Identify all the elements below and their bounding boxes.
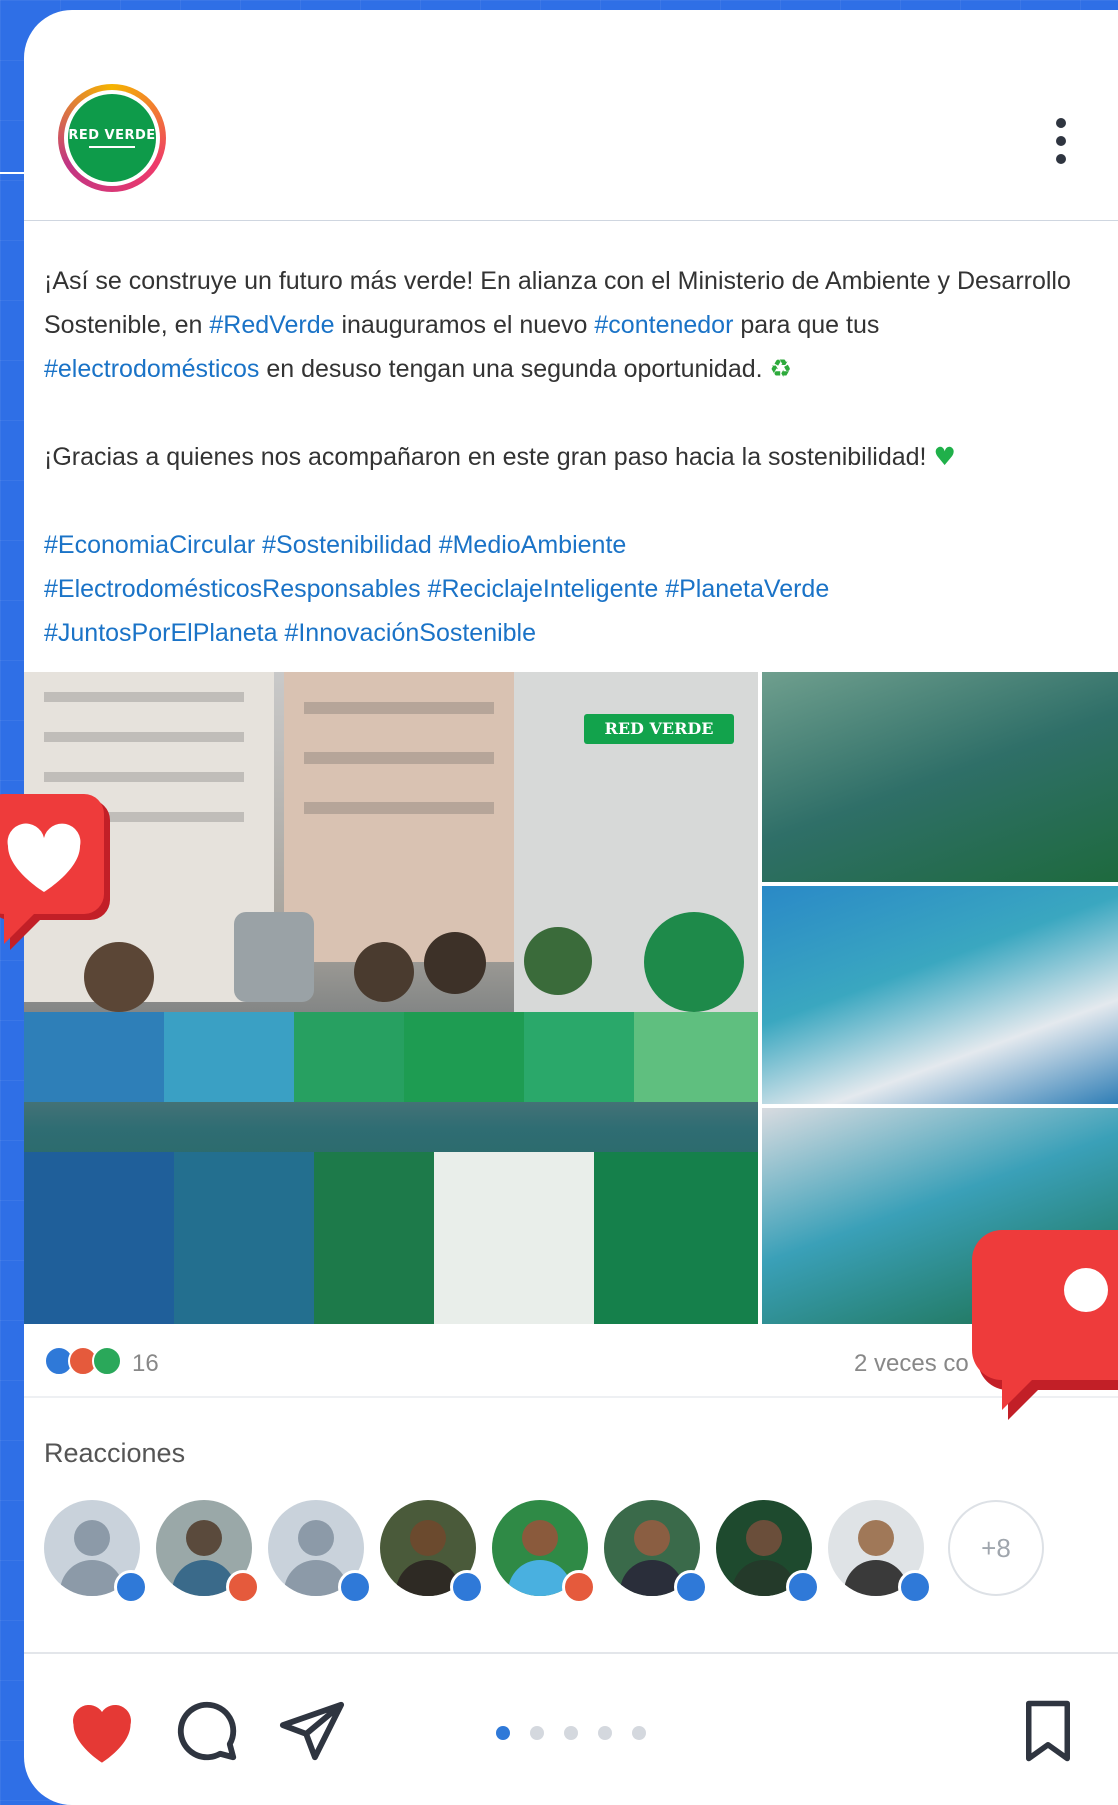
like-badge-icon	[450, 1570, 484, 1604]
floating-like-badge-icon	[0, 790, 130, 960]
carousel-dot[interactable]	[564, 1726, 578, 1740]
heart-icon[interactable]	[64, 1696, 140, 1771]
carousel-dot[interactable]	[496, 1726, 510, 1740]
reactions-title: Reacciones	[44, 1438, 186, 1468]
hashtag-link[interactable]: #MedioAmbiente	[439, 531, 627, 559]
send-icon[interactable]	[276, 1696, 348, 1771]
photo-thumbnail-2[interactable]	[762, 886, 1118, 1104]
like-badge-icon	[674, 1570, 708, 1604]
support-reaction-icon	[92, 1346, 122, 1376]
main-event-photo[interactable]: RED VERDE	[24, 672, 758, 1324]
carousel-dot[interactable]	[598, 1726, 612, 1740]
reaction-count[interactable]: 16	[132, 1350, 159, 1378]
profile-avatar[interactable]: RED VERDE	[58, 84, 166, 192]
bookmark-icon[interactable]	[1018, 1698, 1078, 1769]
photo-thumbnail-1[interactable]	[762, 672, 1118, 882]
love-badge-icon	[226, 1570, 260, 1604]
carousel-dot[interactable]	[632, 1726, 646, 1740]
green-heart-emoji-icon: ♥	[933, 442, 956, 471]
like-badge-icon	[786, 1570, 820, 1604]
hashtag-link[interactable]: #ReciclajeInteligente	[428, 575, 659, 603]
caption-paragraph-2: ¡Gracias a quienes nos acompañaron en es…	[44, 442, 956, 471]
post-caption: ¡Así se construye un futuro más verde! E…	[24, 221, 1118, 655]
red-verde-sign: RED VERDE	[584, 714, 734, 744]
hashtag-link[interactable]: #ElectrodomésticosResponsables	[44, 575, 421, 603]
caption-paragraph-1: ¡Así se construye un futuro más verde! E…	[44, 267, 1071, 383]
recycle-emoji-icon: ♻	[769, 354, 792, 383]
hashtag-link[interactable]: #JuntosPorElPlaneta	[44, 619, 277, 647]
caption-hashtags: #EconomiaCircular #Sostenibilidad #Medio…	[44, 523, 1098, 655]
hashtag-link[interactable]: #PlanetaVerde	[665, 575, 829, 603]
post-header: RED VERDE	[24, 10, 1118, 221]
carousel-indicator	[496, 1726, 666, 1745]
hashtag-link[interactable]: #electrodomésticos	[44, 355, 259, 383]
more-vertical-icon[interactable]	[1054, 118, 1068, 168]
hashtag-link[interactable]: #contenedor	[594, 311, 733, 339]
photo-collage[interactable]: RED VERDE	[24, 672, 1118, 1324]
love-badge-icon	[562, 1570, 596, 1604]
floating-user-badge-icon	[968, 1220, 1118, 1430]
shares-count[interactable]: 2 veces co	[854, 1350, 969, 1378]
like-badge-icon	[898, 1570, 932, 1604]
reaction-icons[interactable]	[44, 1346, 122, 1381]
comment-icon[interactable]	[172, 1696, 242, 1771]
hashtag-link[interactable]: #InnovaciónSostenible	[284, 619, 536, 647]
post-stats: 16 2 veces co	[24, 1340, 1118, 1398]
like-badge-icon	[114, 1570, 148, 1604]
hashtag-link[interactable]: #Sostenibilidad	[262, 531, 432, 559]
post-actions	[24, 1660, 1118, 1805]
actions-divider	[24, 1652, 1118, 1654]
hashtag-link[interactable]: #EconomiaCircular	[44, 531, 255, 559]
more-reactors-button[interactable]: +8	[948, 1500, 1044, 1596]
red-verde-logo: RED VERDE	[68, 94, 156, 182]
like-badge-icon	[338, 1570, 372, 1604]
carousel-dot[interactable]	[530, 1726, 544, 1740]
hashtag-link[interactable]: #RedVerde	[209, 311, 334, 339]
post-card: RED VERDE ¡Así se construye un futuro má…	[24, 10, 1118, 1805]
